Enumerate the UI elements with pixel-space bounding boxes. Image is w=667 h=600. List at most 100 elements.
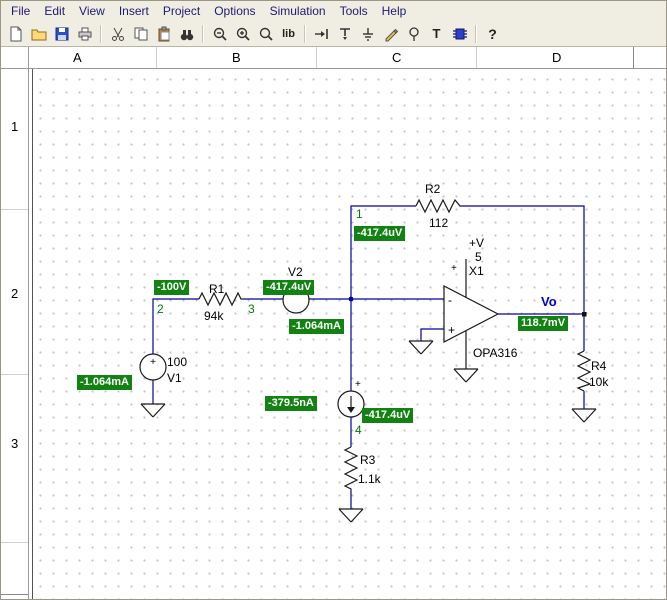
- ruler-tick: [1, 374, 28, 375]
- svg-text:R2: R2: [425, 182, 441, 196]
- toolbar-separator: [475, 24, 477, 43]
- column-label-d: D: [552, 50, 562, 65]
- svg-text:V2: V2: [288, 265, 303, 279]
- print-button[interactable]: [73, 23, 96, 45]
- new-button[interactable]: [4, 23, 27, 45]
- app-window: File Edit View Insert Project Options Si…: [0, 0, 667, 600]
- row-label-2: 2: [11, 286, 19, 301]
- column-label-a: A: [73, 50, 82, 65]
- resistor-r2[interactable]: R2 112: [415, 182, 463, 230]
- open-folder-icon: [31, 29, 46, 40]
- menu-help[interactable]: Help: [375, 2, 414, 20]
- zoom-in-button[interactable]: [231, 23, 254, 45]
- svg-text:+: +: [451, 263, 457, 274]
- wire-tool-button[interactable]: [310, 23, 333, 45]
- svg-text:R1: R1: [209, 282, 225, 296]
- new-document-icon: [10, 26, 21, 41]
- ground-opamp-supply: [453, 368, 479, 383]
- menu-insert[interactable]: Insert: [112, 2, 156, 20]
- cut-icon: [111, 27, 124, 41]
- ruler-tick: [1, 209, 28, 210]
- svg-text:+: +: [150, 357, 156, 368]
- open-button[interactable]: [27, 23, 50, 45]
- wire-tool-icon: [314, 28, 328, 39]
- output-net-label: Vo: [541, 294, 557, 309]
- node-3: 3: [248, 302, 255, 316]
- node-1: 1: [356, 207, 363, 221]
- ruler-row: A B C D: [1, 47, 666, 69]
- menu-tools[interactable]: Tools: [333, 2, 375, 20]
- menu-file[interactable]: File: [4, 2, 37, 20]
- menu-options[interactable]: Options: [207, 2, 262, 20]
- zoom-icon: [259, 27, 273, 41]
- row-label-3: 3: [11, 436, 19, 451]
- menu-view[interactable]: View: [72, 2, 112, 20]
- ruler-tick: [633, 47, 634, 68]
- paste-button[interactable]: [152, 23, 175, 45]
- source-v1[interactable]: + 100 V1: [139, 353, 187, 418]
- menu-edit[interactable]: Edit: [37, 2, 72, 20]
- ground-r3: [338, 508, 364, 523]
- svg-text:112: 112: [429, 216, 448, 230]
- row-label-1: 1: [11, 119, 19, 134]
- toolbar-separator: [304, 24, 306, 43]
- svg-text:V1: V1: [167, 371, 182, 385]
- toolbar-separator: [100, 24, 102, 43]
- ruler-tick: [1, 594, 28, 595]
- svg-text:-: -: [448, 293, 452, 307]
- text-tool-button[interactable]: T: [425, 23, 448, 45]
- menu-bar: File Edit View Insert Project Options Si…: [1, 1, 666, 21]
- binoculars-icon: [180, 29, 193, 40]
- svg-text:R3: R3: [360, 453, 376, 467]
- resistor-r4[interactable]: R4 10k: [571, 350, 609, 423]
- meter-node1-voltage[interactable]: -417.4uV: [354, 226, 406, 241]
- schematic-drawing: + 100 V1 R1 94k + V2: [32, 69, 609, 599]
- meter-probe-current[interactable]: -379.5nA: [265, 396, 317, 411]
- voltage-pin-tool-button[interactable]: [402, 23, 425, 45]
- zoom-out-icon: [213, 27, 227, 41]
- ground-tool-button[interactable]: [356, 23, 379, 45]
- output-node-dot: [582, 312, 587, 317]
- zoom-in-icon: [236, 27, 250, 41]
- ground-r4: [571, 408, 597, 423]
- svg-text:+: +: [448, 323, 455, 337]
- meter-v2-voltage[interactable]: -417.4uV: [263, 280, 315, 295]
- macro-tool-button[interactable]: [448, 23, 471, 45]
- menu-project[interactable]: Project: [156, 2, 207, 20]
- zoom-out-button[interactable]: [208, 23, 231, 45]
- library-button[interactable]: lib: [277, 23, 300, 45]
- meter-output-voltage[interactable]: 118.7mV: [518, 316, 569, 331]
- pen-tool-button[interactable]: [379, 23, 402, 45]
- menu-simulation[interactable]: Simulation: [263, 2, 333, 20]
- ruler-tick: [316, 47, 317, 68]
- svg-text:10k: 10k: [589, 375, 609, 389]
- find-button[interactable]: [175, 23, 198, 45]
- jumper-tool-icon: [339, 27, 350, 40]
- column-label-b: B: [232, 50, 241, 65]
- zoom-button[interactable]: [254, 23, 277, 45]
- save-button[interactable]: [50, 23, 73, 45]
- help-button[interactable]: ?: [481, 23, 504, 45]
- meter-probe-voltage[interactable]: -417.4uV: [362, 408, 414, 423]
- schematic-canvas[interactable]: + 100 V1 R1 94k + V2: [29, 69, 666, 599]
- svg-text:+: +: [355, 379, 361, 390]
- help-label: ?: [488, 25, 497, 42]
- meter-input-voltage[interactable]: -100V: [154, 280, 190, 295]
- row-ruler: 1 2 3: [1, 69, 29, 599]
- svg-text:94k: 94k: [204, 309, 224, 323]
- save-icon: [55, 27, 68, 40]
- resistor-r3[interactable]: R3 1.1k: [338, 446, 382, 523]
- cut-button[interactable]: [106, 23, 129, 45]
- svg-text:X1: X1: [469, 264, 484, 278]
- meter-v1-current[interactable]: -1.064mA: [77, 375, 132, 390]
- svg-text:100: 100: [167, 355, 187, 369]
- ruler-tick: [476, 47, 477, 68]
- jumper-tool-button[interactable]: [333, 23, 356, 45]
- opamp-x1[interactable]: - + + +V 5 X1 OPA316: [408, 236, 518, 383]
- copy-button[interactable]: [129, 23, 152, 45]
- junction-dot: [348, 296, 354, 302]
- ruler-tick: [1, 542, 28, 543]
- resistor-r1[interactable]: R1 94k: [198, 282, 243, 323]
- text-tool-label: T: [432, 26, 441, 41]
- meter-series-current[interactable]: -1.064mA: [289, 319, 344, 334]
